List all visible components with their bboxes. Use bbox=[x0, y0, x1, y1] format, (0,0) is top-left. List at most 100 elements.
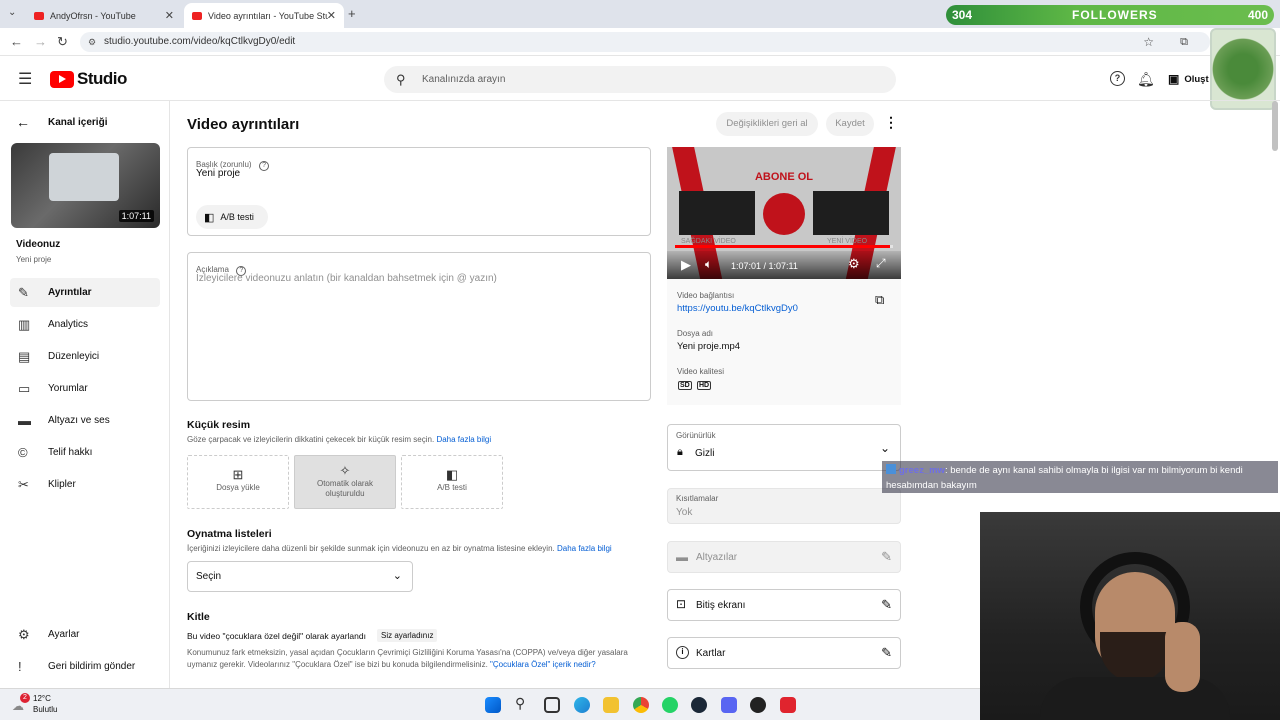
tab-list-chevron-icon[interactable]: ⌄ bbox=[8, 7, 16, 18]
weather-desc: Bulutlu bbox=[33, 705, 58, 714]
player-time: 1:07:01 / 1:07:11 bbox=[731, 261, 798, 271]
volume-icon[interactable]: 🔈︎ bbox=[705, 257, 712, 272]
url-text: studio.youtube.com/video/kqCtlkvgDy0/edi… bbox=[104, 36, 296, 47]
visibility-select[interactable]: Görünürlük 🔒︎ Gizli ⌄ bbox=[667, 424, 901, 471]
weather-temp: 12°C bbox=[33, 694, 51, 703]
copy-link-icon[interactable]: ⧉ bbox=[875, 292, 884, 308]
reload-icon[interactable]: ↻ bbox=[57, 34, 68, 50]
new-tab-icon[interactable]: + bbox=[348, 6, 356, 21]
ab-test-label: A/B testi bbox=[220, 212, 254, 222]
learn-more-link[interactable]: Daha fazla bilgi bbox=[436, 435, 491, 444]
sidebar-item-label: Ayarlar bbox=[48, 629, 80, 640]
studio-logo[interactable]: Studio bbox=[50, 69, 127, 89]
browser-tab-studio[interactable]: Video ayrıntıları - YouTube Studi ✕ bbox=[184, 3, 344, 28]
obs-icon[interactable] bbox=[750, 697, 766, 713]
taskbar-search-icon[interactable]: ⚲ bbox=[515, 695, 525, 712]
sidebar-item-label: Yorumlar bbox=[48, 383, 88, 394]
chrome-icon[interactable] bbox=[633, 697, 649, 713]
whatsapp-icon[interactable] bbox=[662, 697, 678, 713]
sidebar-item-subtitles[interactable]: ▬ Altyazı ve ses bbox=[10, 406, 160, 435]
youtube-favicon-icon bbox=[192, 11, 202, 20]
close-tab-icon[interactable]: ✕ bbox=[327, 9, 336, 22]
task-view-icon[interactable] bbox=[544, 697, 560, 713]
url-input[interactable]: ⚙ studio.youtube.com/video/kqCtlkvgDy0/e… bbox=[80, 32, 1210, 52]
playlist-select[interactable]: Seçin ⌄ bbox=[187, 561, 413, 592]
recorder-icon[interactable] bbox=[780, 697, 796, 713]
forward-arrow-icon[interactable]: → bbox=[34, 34, 47, 49]
edge-icon[interactable] bbox=[574, 697, 590, 713]
windows-start-icon[interactable] bbox=[485, 697, 501, 713]
sidebar-item-copyright[interactable]: © Telif hakkı bbox=[10, 438, 160, 467]
edit-pencil-icon[interactable]: ✎ bbox=[881, 645, 892, 661]
browser-tab-channel[interactable]: AndyOfrsn - YouTube ✕ bbox=[26, 3, 182, 28]
search-input[interactable]: ⚲ Kanalınızda arayın bbox=[384, 66, 896, 93]
edit-pencil-icon[interactable]: ✎ bbox=[881, 597, 892, 613]
page-scrollbar[interactable] bbox=[1272, 101, 1278, 151]
followers-goal: 400 bbox=[1247, 8, 1268, 22]
player-settings-gear-icon[interactable]: ⚙ bbox=[848, 256, 860, 272]
bookmark-star-icon[interactable]: ☆ bbox=[1143, 32, 1154, 52]
notifications-bell-icon[interactable]: 🔔︎ bbox=[1137, 71, 1155, 88]
steam-icon[interactable] bbox=[691, 697, 707, 713]
sidebar-item-feedback[interactable]: ! Geri bildirim gönder bbox=[10, 652, 160, 681]
ab-test-button[interactable]: ◧ A/B testi bbox=[196, 205, 268, 229]
webcam-overlay bbox=[980, 512, 1280, 720]
title-field[interactable]: Başlık (zorunlu) ? Yeni proje ◧ A/B test… bbox=[187, 147, 651, 236]
your-video-title: Videonuz bbox=[16, 239, 61, 250]
video-link[interactable]: https://youtu.be/kqCtlkvgDy0 bbox=[677, 303, 798, 314]
fullscreen-icon[interactable]: ⤢ bbox=[876, 256, 886, 271]
sidebar-item-clips[interactable]: ✂ Klipler bbox=[10, 470, 160, 499]
site-info-icon[interactable]: ⚙ bbox=[88, 32, 96, 52]
thumbnail-ab-test-button[interactable]: ◧ A/B testi bbox=[401, 455, 503, 509]
restrictions-field: Kısıtlamalar Yok bbox=[667, 488, 901, 524]
undo-changes-button[interactable]: Değişiklikleri geri al bbox=[716, 112, 818, 136]
file-explorer-icon[interactable] bbox=[603, 697, 619, 713]
sidebar-item-editor[interactable]: ▤ Düzenleyici bbox=[10, 342, 160, 371]
upload-thumbnail-button[interactable]: ⊞ Dosya yükle bbox=[187, 455, 289, 509]
video-thumbnail[interactable]: 1:07:11 bbox=[11, 143, 160, 228]
cards-row[interactable]: i Kartlar ✎ bbox=[667, 637, 901, 669]
close-tab-icon[interactable]: ✕ bbox=[165, 9, 174, 22]
extensions-icon[interactable]: ⧉ bbox=[1180, 32, 1188, 52]
end-screen-row[interactable]: ⊡ Bitiş ekranı ✎ bbox=[667, 589, 901, 621]
help-icon[interactable]: ? bbox=[1110, 71, 1125, 86]
back-label: Kanal içeriği bbox=[48, 116, 108, 128]
kids-content-link[interactable]: "Çocuklara Özel" içerik nedir? bbox=[490, 660, 596, 669]
sidebar-item-settings[interactable]: ⚙ Ayarlar bbox=[10, 620, 160, 649]
back-to-content-link[interactable]: ← Kanal içeriği bbox=[16, 114, 107, 130]
sidebar-item-comments[interactable]: ▭ Yorumlar bbox=[10, 374, 160, 403]
tab-title: AndyOfrsn - YouTube bbox=[50, 10, 136, 21]
filename-value: Yeni proje.mp4 bbox=[677, 341, 741, 352]
restrictions-value: Yok bbox=[676, 507, 693, 518]
followers-goal-bar: 304 FOLLOWERS 400 bbox=[946, 5, 1274, 25]
copyright-icon: © bbox=[18, 445, 28, 460]
more-options-icon[interactable]: ⋮ bbox=[884, 114, 898, 131]
learn-more-link[interactable]: Daha fazla bilgi bbox=[557, 544, 612, 553]
discord-icon[interactable] bbox=[721, 697, 737, 713]
thumb-ab-label: A/B testi bbox=[437, 483, 467, 492]
title-value[interactable]: Yeni proje bbox=[196, 168, 240, 179]
help-circle-icon[interactable]: ? bbox=[259, 161, 270, 171]
thumbnail-subtitle: Göze çarpacak ve izleyicilerin dikkatini… bbox=[187, 435, 491, 444]
thumbnail-sub-text: Göze çarpacak ve izleyicilerin dikkatini… bbox=[187, 435, 435, 444]
create-button[interactable]: ▣ Oluşt bbox=[1168, 67, 1209, 91]
progress-bar-track[interactable] bbox=[675, 245, 893, 248]
description-field[interactable]: Açıklama ? İzleyicilere videonuzu anlatı… bbox=[187, 252, 651, 401]
chevron-down-icon: ⌄ bbox=[879, 441, 890, 455]
save-button[interactable]: Kaydet bbox=[826, 112, 874, 136]
auto-generated-thumbnail-option[interactable]: ✧ Otomatik olarak oluşturuldu bbox=[294, 455, 396, 509]
lock-icon: 🔒︎ bbox=[677, 446, 683, 458]
edit-pencil-icon[interactable]: ✎ bbox=[881, 549, 892, 565]
image-upload-icon: ⊞ bbox=[232, 467, 244, 482]
back-arrow-icon[interactable]: ← bbox=[10, 34, 23, 49]
hamburger-menu-icon[interactable]: ☰ bbox=[18, 69, 32, 89]
video-player[interactable]: ABONE OL SAĞDAKİ VİDEO YENİ VİDEO ▶ 🔈︎ 1… bbox=[667, 147, 901, 279]
play-icon[interactable]: ▶ bbox=[681, 257, 691, 273]
followers-count: 304 bbox=[952, 8, 973, 22]
weather-widget[interactable]: 2 ☁ 12°C Bulutlu bbox=[10, 693, 70, 717]
sparkle-icon: ✧ bbox=[339, 463, 351, 478]
search-placeholder: Kanalınızda arayın bbox=[422, 74, 506, 85]
audience-description: Konumunuz fark etmeksizin, yasal açıdan … bbox=[187, 647, 649, 671]
sidebar-item-details[interactable]: ✎ Ayrıntılar bbox=[10, 278, 160, 307]
sidebar-item-analytics[interactable]: ▥ Analytics bbox=[10, 310, 160, 339]
